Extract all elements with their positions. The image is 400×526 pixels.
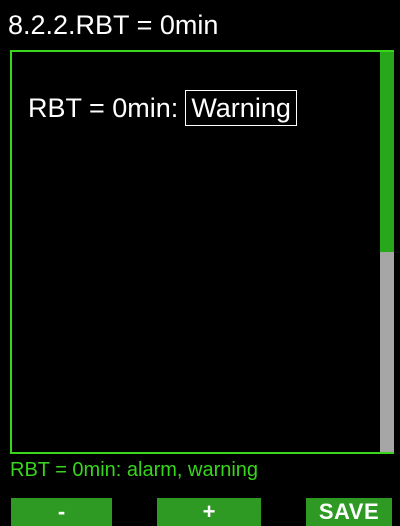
- save-button[interactable]: SAVE: [306, 498, 392, 526]
- scrollbar-thumb[interactable]: [380, 52, 394, 252]
- decrease-button[interactable]: -: [11, 498, 112, 526]
- status-description: RBT = 0min: alarm, warning: [10, 459, 259, 481]
- rbt-setting-row[interactable]: RBT = 0min: Warning: [28, 90, 297, 126]
- scrollbar[interactable]: [380, 52, 394, 452]
- softkey-bar: - + SAVE: [0, 498, 400, 526]
- page-title: 8.2.2.RBT = 0min: [8, 10, 219, 40]
- increase-button[interactable]: +: [157, 498, 261, 526]
- title-bar: 8.2.2.RBT = 0min: [0, 0, 400, 50]
- setting-label: RBT = 0min:: [28, 93, 179, 123]
- setting-value-selector[interactable]: Warning: [185, 90, 297, 126]
- settings-panel: RBT = 0min: Warning: [10, 50, 394, 454]
